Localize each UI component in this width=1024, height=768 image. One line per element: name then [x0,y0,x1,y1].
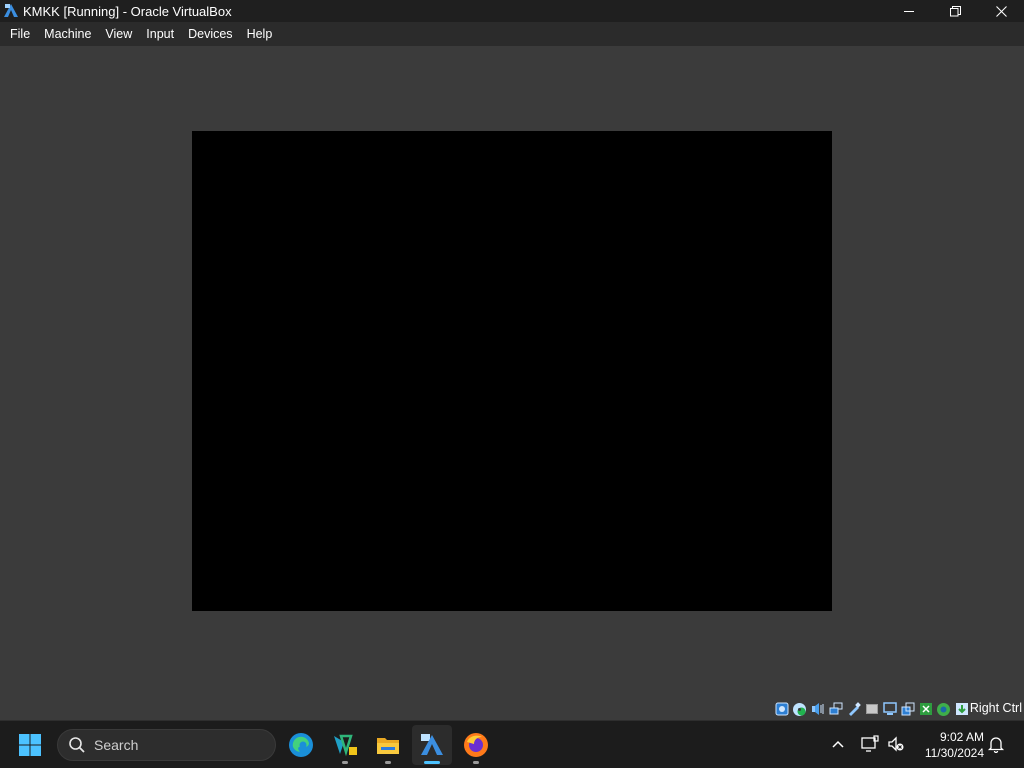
shared-folders-icon[interactable] [863,701,880,717]
clock-date: 11/30/2024 [924,746,984,760]
host-key-label[interactable]: Right Ctrl [970,701,1022,715]
running-indicator [342,761,348,764]
search-label: Search [94,737,139,753]
menu-view[interactable]: View [98,22,139,46]
display-icon[interactable] [881,701,898,717]
taskbar-app-firefox[interactable] [456,725,496,765]
restore-button[interactable] [932,0,978,22]
notification-bell-icon[interactable] [987,735,1005,753]
cpu-icon[interactable] [935,701,952,717]
restore-icon [949,5,961,16]
vm-display[interactable] [192,131,832,611]
running-indicator [385,761,391,764]
volume-muted-icon[interactable] [886,734,906,754]
taskbar-search[interactable]: Search [57,729,276,761]
active-indicator [424,761,440,764]
taskbar-app-edge[interactable] [281,725,321,765]
windows-icon [19,734,41,756]
visual-studio-icon [334,734,357,757]
system-clock[interactable]: 9:02 AM 11/30/2024 [916,729,984,761]
edge-icon [289,733,313,757]
recording-icon[interactable] [917,701,934,717]
file-explorer-icon [377,738,399,754]
taskbar: Search 9:02 AM 11/30/2024 [0,720,1024,768]
menu-input[interactable]: Input [139,22,181,46]
close-button[interactable] [978,0,1024,22]
hard-disk-icon[interactable] [773,701,790,717]
menu-bar: File Machine View Input Devices Help [0,22,1024,46]
running-indicator [473,761,479,764]
taskbar-app-visual-studio[interactable] [325,725,365,765]
status-bar: Right Ctrl [0,698,1024,720]
mouse-integration-icon[interactable] [953,701,970,717]
chevron-up-icon[interactable] [829,735,847,753]
search-icon [69,737,85,753]
taskbar-app-file-explorer[interactable] [368,725,408,765]
menu-devices[interactable]: Devices [181,22,239,46]
firefox-icon [464,733,488,757]
menu-machine[interactable]: Machine [37,22,98,46]
status-icons [773,700,970,718]
minimize-icon [903,10,914,12]
start-button[interactable] [16,731,44,759]
virtualbox-icon [4,4,18,17]
window-controls [886,0,1024,22]
window-title: KMKK [Running] - Oracle VirtualBox [23,3,232,19]
network-status-icon[interactable] [860,734,880,754]
audio-icon[interactable] [809,701,826,717]
taskbar-app-virtualbox[interactable] [412,725,452,765]
virtualbox-icon [421,734,443,755]
close-icon [995,5,1007,17]
video-capture-icon[interactable] [899,701,916,717]
minimize-button[interactable] [886,0,932,22]
optical-drive-icon[interactable] [791,701,808,717]
usb-icon[interactable] [845,701,862,717]
clock-time: 9:02 AM [939,730,984,744]
menu-file[interactable]: File [3,22,37,46]
title-bar: KMKK [Running] - Oracle VirtualBox [0,0,1024,22]
menu-help[interactable]: Help [240,22,280,46]
network-icon[interactable] [827,701,844,717]
